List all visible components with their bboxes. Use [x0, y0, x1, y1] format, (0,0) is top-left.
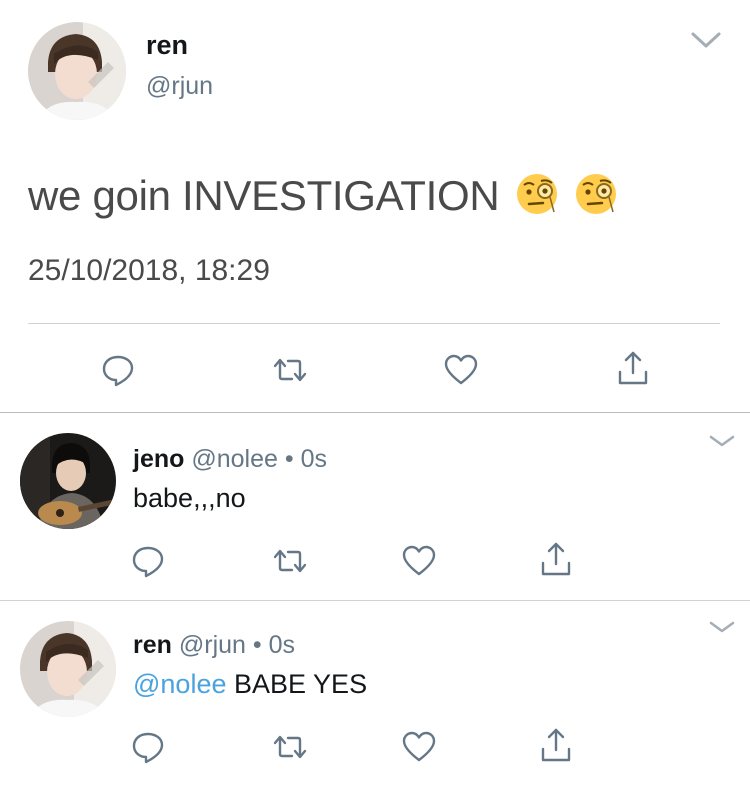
reply-text: @nolee BABE YES	[133, 669, 367, 700]
reply-tweet[interactable]: jeno @nolee • 0s babe,,,no	[0, 413, 750, 599]
reply-body: BABE YES	[234, 669, 368, 699]
reply-icon[interactable]	[100, 352, 136, 388]
reply-icon[interactable]	[130, 543, 166, 579]
reply-time: 0s	[268, 631, 296, 659]
author-name[interactable]: ren	[146, 30, 188, 61]
share-icon[interactable]	[538, 727, 574, 763]
tweet-text-container: we goin INVESTIGATION	[28, 172, 618, 226]
like-icon[interactable]	[401, 729, 437, 765]
face-with-monocle-icon	[515, 172, 559, 226]
chevron-down-icon[interactable]	[708, 619, 736, 635]
like-icon[interactable]	[401, 543, 437, 579]
chevron-down-icon[interactable]	[708, 433, 736, 449]
retweet-icon[interactable]	[272, 543, 308, 579]
author-name[interactable]: ren	[133, 631, 172, 659]
avatar[interactable]	[28, 22, 126, 120]
author-handle[interactable]: @rjun	[146, 72, 213, 101]
reply-tweet[interactable]: ren @rjun • 0s @nolee BABE YES	[0, 601, 750, 789]
divider	[28, 323, 720, 324]
face-with-monocle-icon	[574, 172, 618, 226]
mention-link[interactable]: @nolee	[133, 669, 226, 699]
like-icon[interactable]	[443, 352, 479, 388]
author-name[interactable]: jeno	[133, 445, 184, 473]
reply-body: babe,,,no	[133, 483, 246, 513]
separator-dot: •	[252, 631, 262, 659]
main-tweet: ren @rjun we goin INVESTIGATION 25/10/20…	[0, 0, 750, 412]
chevron-down-icon[interactable]	[690, 30, 722, 50]
author-handle[interactable]: @rjun	[179, 631, 246, 659]
retweet-icon[interactable]	[272, 352, 308, 388]
avatar[interactable]	[20, 433, 116, 529]
tweet-timestamp: 25/10/2018, 18:29	[28, 254, 270, 287]
retweet-icon[interactable]	[272, 729, 308, 765]
reply-icon[interactable]	[130, 729, 166, 765]
separator-dot: •	[284, 445, 294, 473]
avatar[interactable]	[20, 621, 116, 717]
author-handle[interactable]: @nolee	[191, 445, 278, 473]
share-icon[interactable]	[615, 350, 651, 386]
reply-header: ren @rjun • 0s	[133, 631, 295, 660]
reply-time: 0s	[300, 445, 327, 473]
share-icon[interactable]	[538, 541, 574, 577]
reply-header: jeno @nolee • 0s	[133, 445, 327, 474]
tweet-text: we goin INVESTIGATION	[28, 172, 500, 220]
reply-text: babe,,,no	[133, 483, 246, 514]
